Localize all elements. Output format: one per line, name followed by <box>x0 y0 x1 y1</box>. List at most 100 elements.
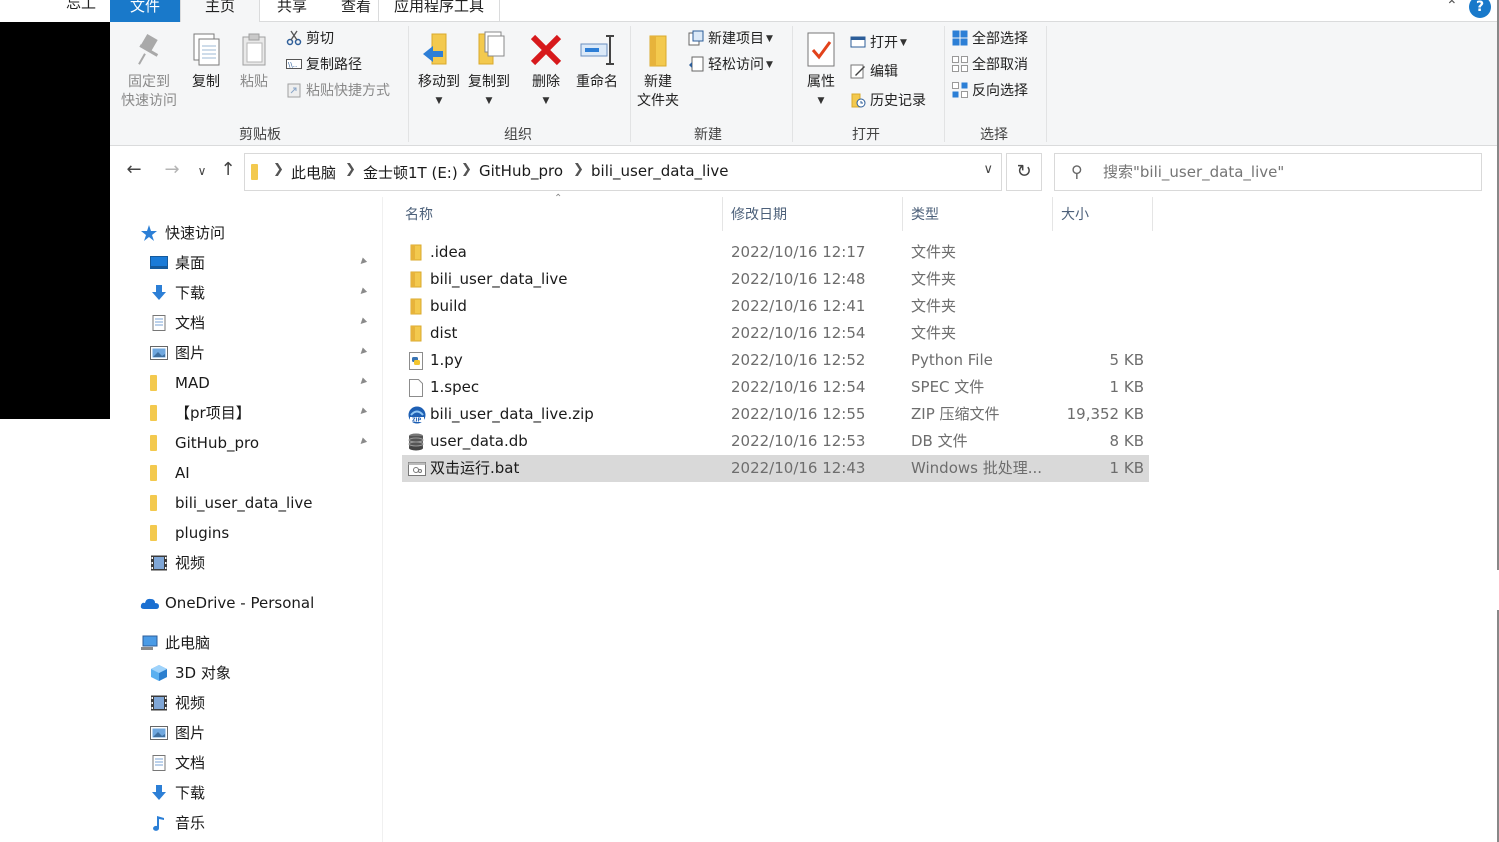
open-button[interactable]: 打开 ▼ <box>850 32 907 54</box>
sidebar-item[interactable]: 图片 <box>150 339 205 367</box>
copy-to-button[interactable]: 复制到 ▼ <box>464 30 514 111</box>
forward-arrow-icon[interactable]: → <box>160 159 184 180</box>
pin-to-quick-access-button[interactable]: 固定到 快速访问 <box>116 30 182 111</box>
column-header-date[interactable]: 修改日期 <box>731 205 787 229</box>
pin-icon[interactable]: ▼ <box>358 346 369 357</box>
folder-icon <box>150 402 168 421</box>
column-divider[interactable] <box>902 197 903 231</box>
new-folder-button[interactable]: 新建 文件夹 <box>634 30 682 111</box>
file-type: DB 文件 <box>911 432 968 450</box>
properties-button[interactable]: 属性 ▼ <box>798 30 844 111</box>
easy-access-icon <box>688 56 704 72</box>
nav-this-pc[interactable]: 此电脑 <box>140 629 210 657</box>
file-size: 1 KB <box>1109 378 1144 396</box>
refresh-icon[interactable]: ↻ <box>1006 153 1042 191</box>
nav-quick-access[interactable]: 快速访问 <box>140 219 225 247</box>
sidebar-item[interactable]: 视频 <box>150 689 205 717</box>
column-divider[interactable] <box>722 197 723 231</box>
invert-selection-button[interactable]: 反向选择 <box>952 80 1028 102</box>
sidebar-item[interactable]: 音乐 <box>150 809 205 837</box>
tab-app-tools[interactable]: 应用程序工具 <box>378 0 500 22</box>
nav-this-pc-label: 此电脑 <box>165 634 211 652</box>
select-all-button[interactable]: 全部选择 <box>952 28 1028 50</box>
edit-button[interactable]: 编辑 <box>850 61 898 83</box>
recent-locations-chevron-icon[interactable]: ∨ <box>190 164 214 178</box>
sidebar-item[interactable]: plugins <box>150 519 229 547</box>
nav-onedrive[interactable]: OneDrive - Personal <box>140 589 314 617</box>
file-row[interactable]: .idea 2022/10/16 12:17 文件夹 <box>402 239 1149 266</box>
search-input[interactable] <box>1103 161 1463 183</box>
sidebar-item[interactable]: 视频 <box>150 549 205 577</box>
breadcrumb-drive[interactable]: 金士顿1T (E:) <box>363 162 458 183</box>
sidebar-item[interactable]: 下载 <box>150 779 205 807</box>
file-row[interactable]: 1.py 2022/10/16 12:52 Python File 5 KB <box>402 347 1149 374</box>
pin-icon[interactable]: ▼ <box>358 436 369 447</box>
sidebar-item[interactable]: 文档 <box>150 749 205 777</box>
pin-icon[interactable]: ▼ <box>358 376 369 387</box>
copy-path-button[interactable]: \\.. 复制路径 <box>286 54 362 76</box>
easy-access-button[interactable]: 轻松访问 ▼ <box>688 54 773 76</box>
column-divider[interactable] <box>1052 197 1053 231</box>
tab-file[interactable]: 文件 <box>110 0 180 22</box>
breadcrumb-separator-icon[interactable]: ❯ <box>345 162 356 177</box>
breadcrumb-github-pro[interactable]: GitHub_pro <box>479 162 563 180</box>
select-none-button[interactable]: 全部取消 <box>952 54 1028 76</box>
file-row[interactable]: 双击运行.bat 2022/10/16 12:43 Windows 批处理... 1 … <box>402 455 1149 482</box>
file-row[interactable]: 1.spec 2022/10/16 12:54 SPEC 文件 1 KB <box>402 374 1149 401</box>
file-row[interactable]: dist 2022/10/16 12:54 文件夹 <box>402 320 1149 347</box>
sidebar-item[interactable]: 【pr项目】 <box>150 399 251 427</box>
breadcrumb-this-pc[interactable]: 此电脑 <box>291 162 336 183</box>
copy-button[interactable]: 复制 <box>184 30 228 92</box>
sidebar-item-label: 音乐 <box>175 814 206 832</box>
pin-icon[interactable]: ▼ <box>358 406 369 417</box>
sidebar-item[interactable]: 3D 对象 <box>150 659 231 687</box>
breadcrumb-separator-icon[interactable]: ❯ <box>573 162 584 177</box>
help-icon[interactable]: ? <box>1469 0 1491 18</box>
file-row[interactable]: build 2022/10/16 12:41 文件夹 <box>402 293 1149 320</box>
sidebar-item[interactable]: 图片 <box>150 719 205 747</box>
column-header-size[interactable]: 大小 <box>1061 205 1089 229</box>
tab-share[interactable]: 共享 <box>260 0 324 22</box>
pin-icon[interactable]: ▼ <box>358 256 369 267</box>
breadcrumb-separator-icon[interactable]: ❯ <box>461 162 472 177</box>
sidebar-item[interactable]: 下载 <box>150 279 205 307</box>
cut-button[interactable]: 剪切 <box>286 28 334 50</box>
column-header-type[interactable]: 类型 <box>911 205 939 229</box>
file-modified-date: 2022/10/16 12:48 <box>731 270 866 288</box>
up-arrow-icon[interactable]: ↑ <box>216 159 240 180</box>
file-name: .idea <box>430 243 467 261</box>
pin-icon[interactable]: ▼ <box>358 316 369 327</box>
delete-button[interactable]: 删除 ▼ <box>524 30 568 111</box>
sidebar-item[interactable]: MAD <box>150 369 210 397</box>
back-arrow-icon[interactable]: ← <box>122 159 146 180</box>
3d-objects-icon <box>150 662 168 681</box>
tab-home[interactable]: 主页 <box>180 0 260 23</box>
history-button[interactable]: 历史记录 <box>850 90 926 112</box>
file-explorer-window: 文件 主页 共享 查看 应用程序工具 ⌃ ? 固定到 快速访问 复制 粘贴 剪切… <box>110 0 1497 842</box>
column-divider[interactable] <box>1152 197 1153 231</box>
star-icon <box>140 222 158 241</box>
sidebar-item[interactable]: bili_user_data_live <box>150 489 312 517</box>
file-name: bili_user_data_live.zip <box>430 405 594 423</box>
file-row[interactable]: ZIP bili_user_data_live.zip 2022/10/16 12:… <box>402 401 1149 428</box>
move-to-button[interactable]: 移动到 ▼ <box>414 30 464 111</box>
sidebar-item[interactable]: GitHub_pro <box>150 429 259 457</box>
paste-button[interactable]: 粘贴 <box>232 30 276 92</box>
address-bar[interactable]: ❯ 此电脑 ❯ 金士顿1T (E:) ❯ GitHub_pro ❯ bili_u… <box>244 153 1002 191</box>
rename-button[interactable]: 重命名 <box>572 30 622 92</box>
address-dropdown-icon[interactable]: ∨ <box>983 162 993 177</box>
column-header-name[interactable]: 名称 <box>405 205 433 229</box>
pin-icon[interactable]: ▼ <box>358 286 369 297</box>
file-row[interactable]: bili_user_data_live 2022/10/16 12:48 文件夹 <box>402 266 1149 293</box>
file-row[interactable]: user_data.db 2022/10/16 12:53 DB 文件 8 KB <box>402 428 1149 455</box>
sidebar-item[interactable]: AI <box>150 459 190 487</box>
properties-icon <box>798 30 844 70</box>
sidebar-item[interactable]: 文档 <box>150 309 205 337</box>
new-item-button[interactable]: 新建项目 ▼ <box>688 28 773 50</box>
ribbon-collapse-icon[interactable]: ⌃ <box>1446 0 1458 14</box>
breadcrumb-current-folder[interactable]: bili_user_data_live <box>591 162 728 180</box>
search-box[interactable]: ⚲ <box>1054 153 1482 191</box>
paste-shortcut-button[interactable]: 粘贴快捷方式 <box>286 80 390 102</box>
group-clipboard-label: 剪贴板 <box>239 127 281 143</box>
sidebar-item[interactable]: 桌面 <box>150 249 205 277</box>
